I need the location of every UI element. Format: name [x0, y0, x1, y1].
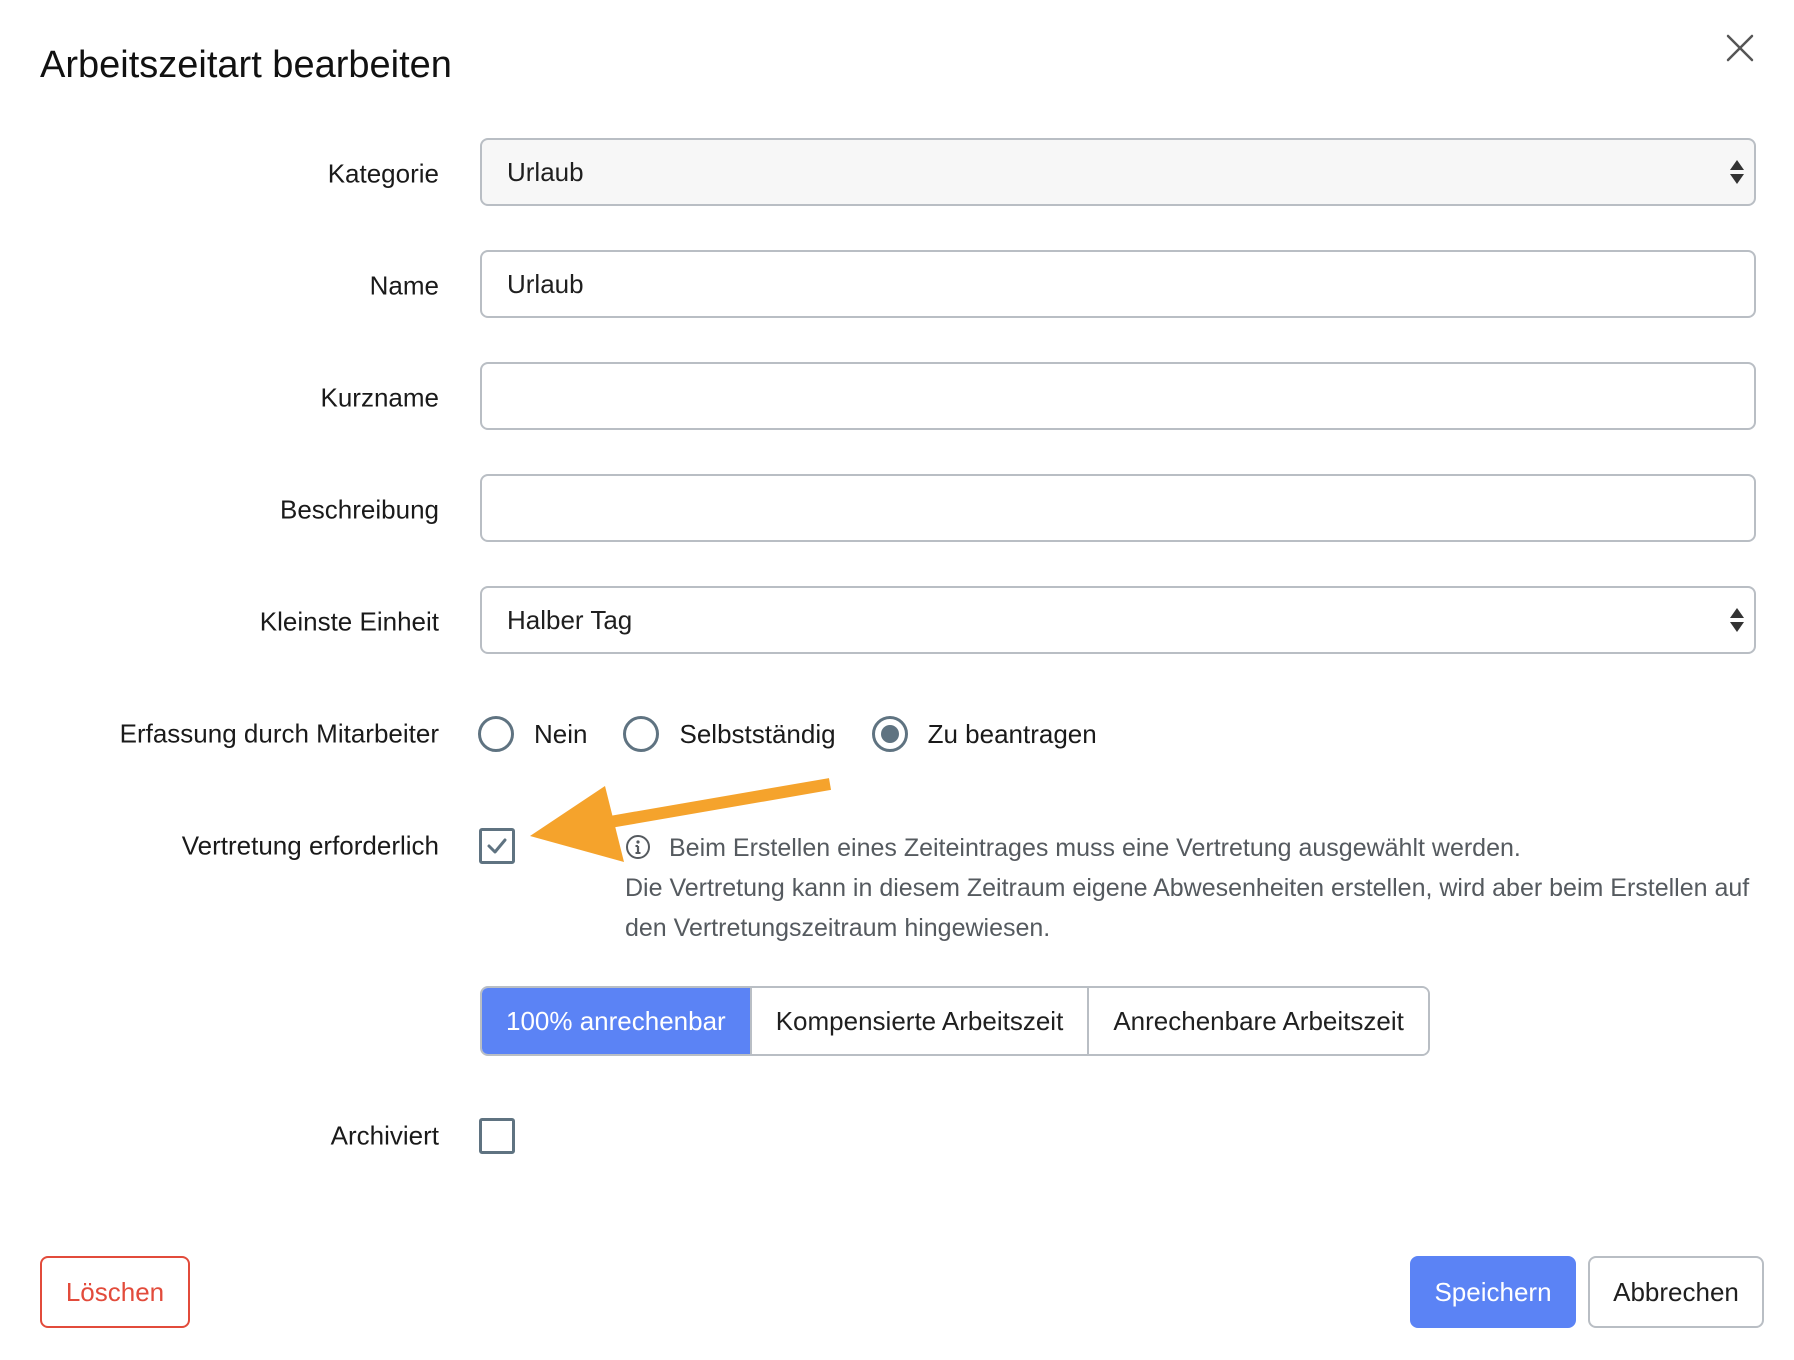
- row-kleinste-einheit: Kleinste Einheit Halber Tag: [0, 586, 1794, 658]
- radio-option-zu-beantragen[interactable]: Zu beantragen: [871, 716, 1097, 752]
- info-text-2: Die Vertretung kann in diesem Zeitraum e…: [625, 874, 1750, 942]
- info-icon: [625, 834, 651, 860]
- close-icon[interactable]: [1722, 30, 1758, 66]
- kategorie-label: Kategorie: [327, 158, 439, 189]
- kurzname-label: Kurzname: [320, 382, 440, 413]
- save-button[interactable]: Speichern: [1410, 1256, 1576, 1328]
- vertretung-checkbox[interactable]: [479, 828, 515, 864]
- vertretung-info: Beim Erstellen eines Zeiteintrages muss …: [625, 828, 1755, 948]
- row-archiviert: Archiviert: [0, 1100, 1794, 1172]
- radio-selbststaendig[interactable]: [623, 716, 660, 752]
- segment-100-anrechenbar[interactable]: 100% anrechenbar: [482, 988, 750, 1054]
- kategorie-value: Urlaub: [507, 157, 584, 187]
- anrechnung-segmented-control: 100% anrechenbar Kompensierte Arbeitszei…: [480, 986, 1430, 1056]
- cancel-button[interactable]: Abbrechen: [1588, 1256, 1764, 1328]
- name-label: Name: [369, 270, 439, 301]
- archiviert-label: Archiviert: [330, 1120, 439, 1151]
- kategorie-select[interactable]: Urlaub: [480, 138, 1756, 206]
- erfassung-radio-group: Nein Selbstständig Zu beantragen: [478, 698, 1133, 770]
- row-beschreibung: Beschreibung: [0, 474, 1794, 546]
- radio-nein[interactable]: [478, 716, 514, 752]
- radio-nein-label: Nein: [534, 718, 588, 749]
- delete-button[interactable]: Löschen: [40, 1256, 190, 1328]
- select-arrows-icon: [1728, 157, 1746, 187]
- row-name: Name Urlaub: [0, 250, 1794, 322]
- radio-option-selbststaendig[interactable]: Selbstständig: [623, 716, 836, 752]
- kurzname-input[interactable]: [480, 362, 1756, 430]
- kleinste-einheit-label: Kleinste Einheit: [259, 606, 439, 637]
- select-arrows-icon: [1728, 605, 1746, 635]
- radio-option-nein[interactable]: Nein: [478, 716, 587, 752]
- archiviert-checkbox[interactable]: [479, 1118, 515, 1154]
- row-kurzname: Kurzname: [0, 362, 1794, 434]
- kleinste-einheit-select[interactable]: Halber Tag: [480, 586, 1756, 654]
- name-input[interactable]: Urlaub: [480, 250, 1756, 318]
- info-text-1: Beim Erstellen eines Zeiteintrages muss …: [669, 834, 1521, 862]
- checkmark-icon: [487, 838, 507, 854]
- info-line-1: Beim Erstellen eines Zeiteintrages muss …: [625, 828, 1755, 868]
- beschreibung-label: Beschreibung: [280, 494, 439, 525]
- radio-zu-beantragen-label: Zu beantragen: [927, 718, 1097, 749]
- radio-zu-beantragen[interactable]: [871, 716, 908, 752]
- row-kategorie: Kategorie Urlaub: [0, 138, 1794, 210]
- vertretung-label: Vertretung erforderlich: [181, 830, 439, 861]
- erfassung-label: Erfassung durch Mitarbeiter: [119, 718, 439, 749]
- kleinste-einheit-value: Halber Tag: [507, 605, 633, 635]
- segment-anrechenbare-arbeitszeit[interactable]: Anrechenbare Arbeitszeit: [1087, 988, 1428, 1054]
- radio-selbststaendig-label: Selbstständig: [679, 718, 836, 749]
- row-erfassung: Erfassung durch Mitarbeiter Nein Selbsts…: [0, 698, 1794, 770]
- segment-kompensierte-arbeitszeit[interactable]: Kompensierte Arbeitszeit: [749, 988, 1088, 1054]
- edit-work-time-type-dialog: Arbeitszeitart bearbeiten Kategorie Urla…: [0, 0, 1794, 1360]
- dialog-title: Arbeitszeitart bearbeiten: [40, 44, 452, 86]
- name-value: Urlaub: [507, 269, 584, 299]
- beschreibung-input[interactable]: [480, 474, 1756, 542]
